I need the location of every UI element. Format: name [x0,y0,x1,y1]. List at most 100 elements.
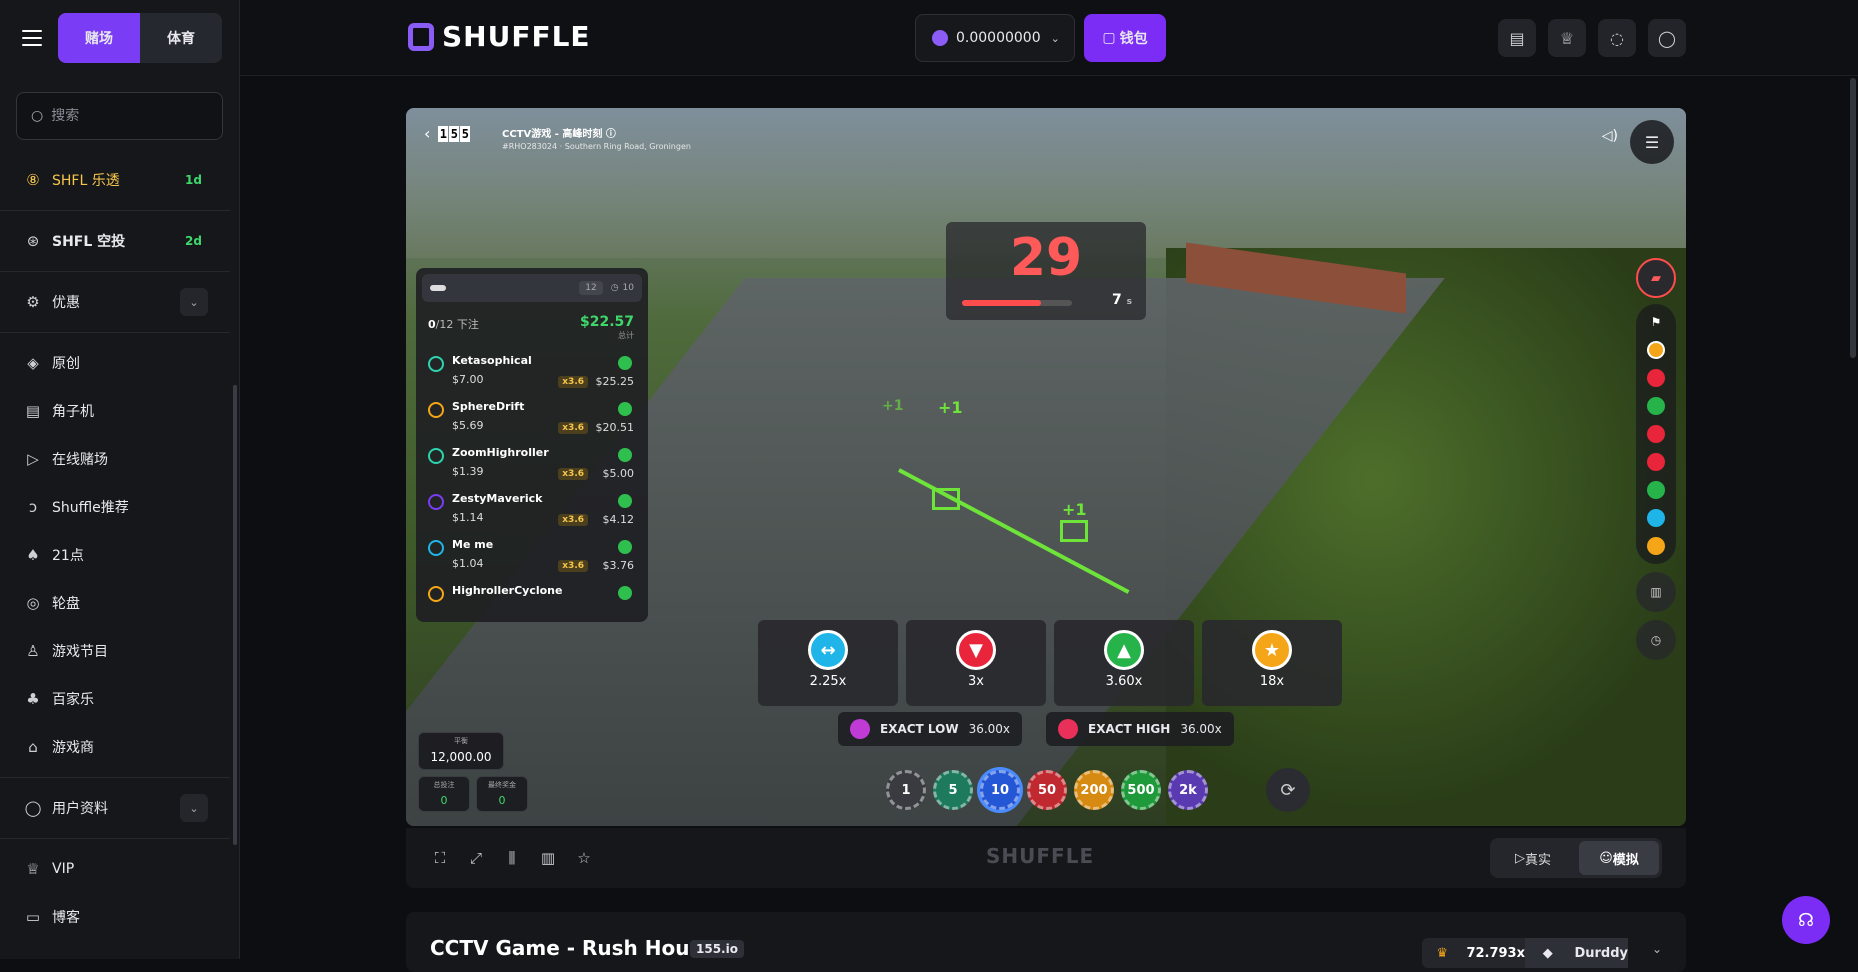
count-popup: +1 [938,398,963,417]
history-icon[interactable]: ◷ [611,283,619,293]
fullscreen-icon[interactable]: ⛶ [430,848,450,868]
count-popup: +1 [1062,500,1087,519]
info-icon[interactable]: ⓘ [606,129,616,140]
sidebar-item-offers[interactable]: ⚙ 优惠 ⌄ [0,278,230,326]
sidebar-item-label: Shuffle推荐 [52,500,129,516]
sidebar-item-lottery[interactable]: ⑧ SHFL 乐透 1d [0,156,230,204]
wallet-button[interactable]: ▢ 钱包 [1084,14,1166,62]
jackpot-bet-option[interactable]: ★ 18x [1202,620,1342,706]
stats-icon[interactable]: ▥ [1636,572,1676,612]
divider [0,838,230,839]
mode-demo-button[interactable]: ☺ 模拟 [1579,841,1659,875]
mode-real-button[interactable]: ▷ 真实 [1493,841,1573,875]
divider [0,210,230,211]
exact-high-bet[interactable]: EXACT HIGH 36.00x [1046,712,1234,746]
tab-sports[interactable]: 体育 [140,13,222,63]
sidebar-item-blackjack[interactable]: ♠ 21点 [0,531,230,579]
up-arrow-icon [618,540,632,554]
history-strip: ⚑ [1636,304,1676,564]
chevron-down-icon[interactable]: ⌄ [1652,942,1662,956]
stats-icon[interactable]: ▥ [538,848,558,868]
toggle-icon[interactable] [430,285,446,291]
sidebar-item-providers[interactable]: ⌂ 游戏商 [0,723,230,771]
provider-badge[interactable]: 155.io [690,940,744,958]
bet-payout: $4.12 [602,513,635,526]
record-win[interactable]: ♛ 72.793x ◆ Durddy [1422,938,1628,968]
sidebar-item-live-casino[interactable]: ▷ 在线赌场 [0,435,230,483]
exact-low-bet[interactable]: EXACT LOW 36.00x [838,712,1023,746]
over-bet-option[interactable]: ▲ 3.60x [1054,620,1194,706]
search-box[interactable]: ○ [16,92,223,140]
refresh-icon[interactable]: ⟳ [1266,768,1310,812]
history-icon[interactable]: ◷ [1636,620,1676,660]
star-icon[interactable]: ☆ [574,848,594,868]
sidebar-item-slots[interactable]: ▤ 角子机 [0,387,230,435]
history-result [1636,336,1676,364]
chip-5[interactable]: 5 [933,770,973,810]
volume-icon[interactable]: ◁) [1602,128,1618,144]
player-name: HighrollerCyclone [452,584,563,597]
search-icon: ○ [31,108,44,124]
sidebar-item-label: 原创 [52,356,80,372]
chevron-down-icon[interactable]: ⌄ [180,288,208,316]
game-menu-button[interactable]: ☰ [1630,120,1674,164]
chip-2k[interactable]: 2k [1168,770,1208,810]
support-button[interactable]: ☊ [1782,896,1830,944]
sidebar-scrollbar[interactable] [233,385,237,845]
crown-icon[interactable]: ♕ [1548,19,1586,57]
vehicle-icon[interactable]: ▰ [1636,258,1676,298]
sidebar-item-blog[interactable]: ▭ 博客 [0,893,230,941]
under-bet-option[interactable]: ▼ 3x [906,620,1046,706]
chip-500[interactable]: 500 [1121,770,1161,810]
brand-logo[interactable]: SHUFFLE [408,20,591,53]
total-bet-box: 总投注 0 [418,776,470,812]
game-viewport[interactable]: ‹ 1 5 5 CCTV游戏 - 高峰时刻 ⓘ #RHO283024 · Sou… [406,108,1686,826]
sidebar-item-label: 在线赌场 [52,452,108,468]
chip-50[interactable]: 50 [1027,770,1067,810]
bets-tabs[interactable]: 12 ◷ 10 [422,274,642,302]
theater-icon[interactable]: ⤢ [466,848,486,868]
chip-200[interactable]: 200 [1074,770,1114,810]
airdrop-icon: ⊛ [26,232,40,250]
sidebar-item-roulette[interactable]: ◎ 轮盘 [0,579,230,627]
chip-1[interactable]: 1 [886,770,926,810]
bet-multiplier: x3.6 [558,560,588,572]
bets-list: Ketasophical $7.00 x3.6 $25.25 SphereDrift $5… [416,348,648,622]
divider [0,332,230,333]
exact-bet-option[interactable]: ↔ 2.25x [758,620,898,706]
total-win-box: 最终奖金 0 [476,776,528,812]
back-arrow-icon[interactable]: ‹ [424,124,430,143]
user-icon[interactable]: ◯ [1648,19,1686,57]
player-name: Me me [452,538,494,551]
player-name: Ketasophical [452,354,532,367]
bets-count-alt[interactable]: 10 [623,283,634,293]
bets-icon[interactable]: ▤ [1498,19,1536,57]
chip-10[interactable]: 10 [980,770,1020,810]
sidebar-item-airdrop[interactable]: ⊛ SHFL 空投 2d [0,217,230,265]
sidebar-item-originals[interactable]: ◈ 原创 [0,339,230,387]
flag-icon: ⚑ [1650,315,1662,329]
tab-casino[interactable]: 赌场 [58,13,140,63]
sidebar-item-game-shows[interactable]: ♙ 游戏节目 [0,627,230,675]
chevron-down-icon[interactable]: ⌄ [180,794,208,822]
user-icon: ◯ [24,799,42,817]
menu-icon[interactable] [22,30,42,46]
option-icon: ★ [1252,630,1292,670]
baccarat-icon: ♣ [26,690,40,708]
game-info: CCTV Game - Rush Hour 155.io ♛ 72.793x ◆ D… [406,912,1686,972]
layout-icon[interactable]: ⫼ [502,848,522,868]
sidebar-item-label: 角子机 [52,404,94,420]
sidebar-item-profile[interactable]: ◯ 用户资料 ⌄ [0,784,230,832]
sidebar-item-label: SHFL 空投 [52,234,126,250]
timer-progress [962,300,1072,306]
page-scrollbar[interactable] [1850,78,1856,358]
sidebar-item-baccarat[interactable]: ♣ 百家乐 [0,675,230,723]
sidebar-item-vip[interactable]: ♕ VIP [0,845,230,893]
balance-selector[interactable]: 0.00000000 ⌄ [915,14,1075,62]
bets-count[interactable]: 12 [579,281,603,295]
avatar [428,494,444,510]
sidebar-item-featured[interactable]: ↄ Shuffle推荐 [0,483,230,531]
chat-icon[interactable]: ◌ [1598,19,1636,57]
search-input[interactable] [51,108,212,124]
bet-payout: $5.00 [602,467,635,480]
